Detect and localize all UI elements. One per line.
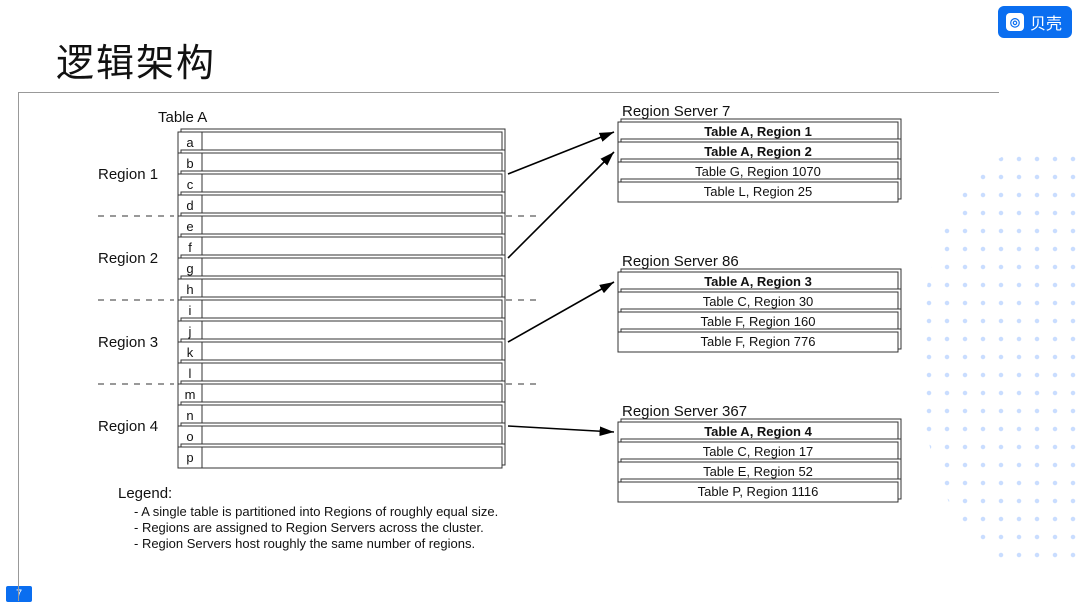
server-item: Table E, Region 52	[703, 464, 813, 479]
page-title: 逻辑架构	[56, 32, 216, 87]
server-item: Table A, Region 3	[704, 274, 812, 289]
server-item: Table A, Region 4	[704, 424, 812, 439]
row-key: a	[186, 135, 194, 150]
row-key: o	[186, 429, 193, 444]
server-item: Table A, Region 1	[704, 124, 812, 139]
row-key: k	[187, 345, 194, 360]
diagram-canvas: Table A abcdefghijklmnop Region 1 Region …	[18, 92, 998, 600]
server-item: Table F, Region 776	[701, 334, 816, 349]
server-item: Table L, Region 25	[704, 184, 812, 199]
row-key: c	[187, 177, 194, 192]
region-servers: Region Server 7 Table A, Region 1 Table A,…	[618, 103, 901, 502]
legend: Legend: - A single table is partitioned i…	[118, 485, 498, 551]
brand-label: 贝壳	[1030, 10, 1062, 34]
row-key: n	[186, 408, 193, 423]
legend-title: Legend:	[118, 485, 172, 502]
brand-badge: ◎ 贝壳	[998, 6, 1072, 38]
table-a: abcdefghijklmnop	[98, 129, 542, 468]
row-key: e	[186, 219, 193, 234]
row-key: g	[186, 261, 193, 276]
row-key: d	[186, 198, 193, 213]
server-title: Region Server 86	[622, 253, 739, 270]
server-title: Region Server 367	[622, 403, 747, 420]
row-key: b	[186, 156, 193, 171]
row-key: i	[189, 303, 192, 318]
server-item: Table C, Region 17	[703, 444, 814, 459]
server-item: Table F, Region 160	[701, 314, 816, 329]
region-label: Region 1	[98, 166, 158, 183]
table-title: Table A	[158, 109, 207, 126]
row-key: f	[188, 240, 192, 255]
arrows	[508, 132, 614, 432]
region-label: Region 2	[98, 250, 158, 267]
server-item: Table A, Region 2	[704, 144, 812, 159]
brand-icon: ◎	[1006, 13, 1024, 31]
slide: ◎ 贝壳 逻辑架构 7 Table A abcdefghijklmnop Reg…	[0, 0, 1080, 608]
row-key: h	[186, 282, 193, 297]
row-key: l	[189, 366, 192, 381]
arrow	[508, 282, 614, 342]
row-key: m	[185, 387, 196, 402]
region-label: Region 4	[98, 418, 158, 435]
legend-line: - A single table is partitioned into Reg…	[134, 504, 498, 519]
row-key: p	[186, 450, 193, 465]
server-item: Table C, Region 30	[703, 294, 814, 309]
server-item: Table G, Region 1070	[695, 164, 821, 179]
region-label: Region 3	[98, 334, 158, 351]
legend-line: - Region Servers host roughly the same n…	[134, 536, 475, 551]
row-key: j	[188, 324, 192, 339]
legend-line: - Regions are assigned to Region Servers…	[134, 520, 484, 535]
server-item: Table P, Region 1116	[698, 484, 819, 499]
server-title: Region Server 7	[622, 103, 730, 120]
arrow	[508, 426, 614, 432]
